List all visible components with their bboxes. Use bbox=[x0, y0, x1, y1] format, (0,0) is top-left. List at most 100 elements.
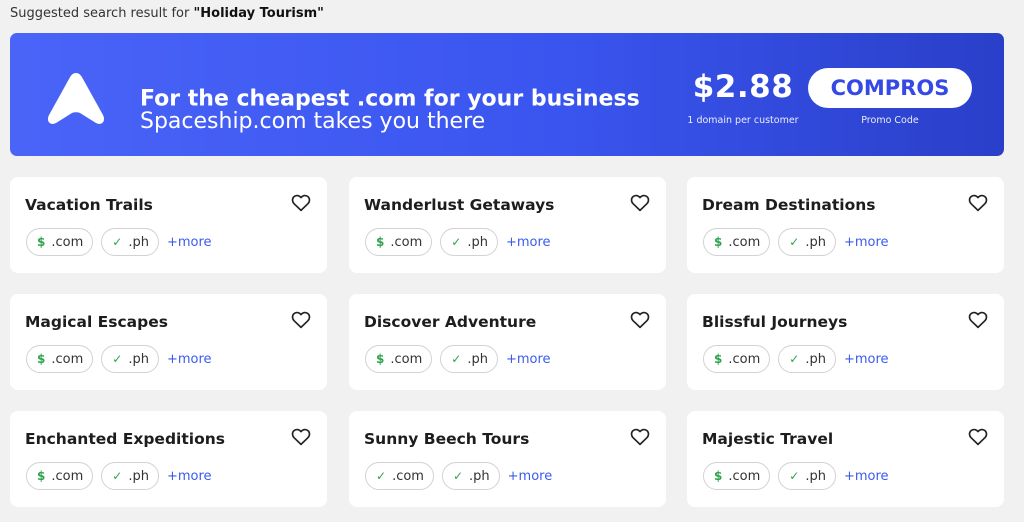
favorite-heart-icon[interactable] bbox=[968, 311, 988, 329]
check-icon: ✓ bbox=[376, 469, 387, 483]
check-icon: ✓ bbox=[789, 469, 800, 483]
tld-label: .com bbox=[390, 351, 423, 367]
domain-card[interactable]: Discover Adventure $ .com ✓ .ph +more bbox=[349, 294, 666, 390]
domain-name: Sunny Beech Tours bbox=[364, 430, 530, 448]
domain-name: Vacation Trails bbox=[25, 196, 153, 214]
promo-price: $2.88 bbox=[692, 69, 794, 105]
domain-chip-com[interactable]: $ .com bbox=[365, 228, 433, 256]
promo-code-button[interactable]: COMPROS bbox=[808, 68, 972, 108]
tld-label: .com bbox=[392, 468, 424, 484]
more-link[interactable]: +more bbox=[506, 352, 551, 367]
tld-label: .com bbox=[51, 234, 84, 250]
favorite-heart-icon[interactable] bbox=[291, 311, 311, 329]
dollar-icon: $ bbox=[714, 235, 723, 249]
dollar-icon: $ bbox=[37, 352, 46, 366]
tld-label: .ph bbox=[467, 351, 488, 367]
more-link[interactable]: +more bbox=[844, 352, 889, 367]
domain-name: Discover Adventure bbox=[364, 313, 537, 331]
check-icon: ✓ bbox=[112, 352, 123, 366]
tld-label: .com bbox=[51, 351, 84, 367]
domain-name: Magical Escapes bbox=[25, 313, 168, 331]
tld-label: .ph bbox=[128, 234, 149, 250]
check-icon: ✓ bbox=[789, 235, 800, 249]
check-icon: ✓ bbox=[112, 469, 123, 483]
promo-banner[interactable]: For the cheapest .com for your business … bbox=[10, 33, 1004, 156]
check-icon: ✓ bbox=[112, 235, 123, 249]
more-link[interactable]: +more bbox=[167, 469, 212, 484]
tld-label: .ph bbox=[805, 351, 826, 367]
more-link[interactable]: +more bbox=[506, 235, 551, 250]
domain-chip-ph[interactable]: ✓ .ph bbox=[101, 462, 159, 490]
spaceship-logo-icon bbox=[47, 73, 105, 124]
domain-chip-com[interactable]: $ .com bbox=[703, 228, 771, 256]
tld-label: .com bbox=[728, 351, 761, 367]
check-icon: ✓ bbox=[451, 235, 462, 249]
domain-chip-com[interactable]: ✓ .com bbox=[365, 462, 434, 490]
check-icon: ✓ bbox=[789, 352, 800, 366]
dollar-icon: $ bbox=[376, 235, 385, 249]
tld-label: .com bbox=[728, 468, 761, 484]
tld-label: .ph bbox=[805, 234, 826, 250]
domain-chip-ph[interactable]: ✓ .ph bbox=[101, 345, 159, 373]
tld-label: .ph bbox=[128, 351, 149, 367]
domain-chip-ph[interactable]: ✓ .ph bbox=[778, 345, 836, 373]
domain-chip-com[interactable]: $ .com bbox=[703, 345, 771, 373]
domain-name: Wanderlust Getaways bbox=[364, 196, 555, 214]
domain-chip-ph[interactable]: ✓ .ph bbox=[778, 462, 836, 490]
heading-prefix: Suggested search result for bbox=[10, 6, 194, 21]
domain-chip-ph[interactable]: ✓ .ph bbox=[101, 228, 159, 256]
domain-card[interactable]: Magical Escapes $ .com ✓ .ph +more bbox=[10, 294, 327, 390]
tld-label: .com bbox=[51, 468, 84, 484]
domain-chip-com[interactable]: $ .com bbox=[26, 345, 94, 373]
favorite-heart-icon[interactable] bbox=[291, 194, 311, 212]
tld-label: .ph bbox=[805, 468, 826, 484]
favorite-heart-icon[interactable] bbox=[968, 428, 988, 446]
domain-card[interactable]: Blissful Journeys $ .com ✓ .ph +more bbox=[687, 294, 1004, 390]
favorite-heart-icon[interactable] bbox=[291, 428, 311, 446]
more-link[interactable]: +more bbox=[167, 352, 212, 367]
promo-code-label: Promo Code bbox=[861, 115, 919, 126]
domain-chip-ph[interactable]: ✓ .ph bbox=[440, 345, 498, 373]
domain-card[interactable]: Dream Destinations $ .com ✓ .ph +more bbox=[687, 177, 1004, 273]
search-result-heading: Suggested search result for "Holiday Tou… bbox=[10, 6, 324, 21]
favorite-heart-icon[interactable] bbox=[630, 194, 650, 212]
domain-card[interactable]: Majestic Travel $ .com ✓ .ph +more bbox=[687, 411, 1004, 507]
price-note: 1 domain per customer bbox=[687, 115, 799, 126]
check-icon: ✓ bbox=[451, 352, 462, 366]
more-link[interactable]: +more bbox=[167, 235, 212, 250]
more-link[interactable]: +more bbox=[844, 469, 889, 484]
domain-chip-com[interactable]: $ .com bbox=[26, 462, 94, 490]
dollar-icon: $ bbox=[714, 352, 723, 366]
tld-label: .com bbox=[390, 234, 423, 250]
domain-card[interactable]: Vacation Trails $ .com ✓ .ph +more bbox=[10, 177, 327, 273]
domain-card[interactable]: Enchanted Expeditions $ .com ✓ .ph +more bbox=[10, 411, 327, 507]
domain-chip-com[interactable]: $ .com bbox=[703, 462, 771, 490]
tld-label: .com bbox=[728, 234, 761, 250]
domain-chip-ph[interactable]: ✓ .ph bbox=[778, 228, 836, 256]
domain-name: Blissful Journeys bbox=[702, 313, 848, 331]
favorite-heart-icon[interactable] bbox=[630, 428, 650, 446]
dollar-icon: $ bbox=[37, 235, 46, 249]
banner-title: For the cheapest .com for your business bbox=[140, 86, 640, 112]
search-query: "Holiday Tourism" bbox=[193, 6, 324, 21]
dollar-icon: $ bbox=[714, 469, 723, 483]
favorite-heart-icon[interactable] bbox=[968, 194, 988, 212]
tld-label: .ph bbox=[467, 234, 488, 250]
favorite-heart-icon[interactable] bbox=[630, 311, 650, 329]
more-link[interactable]: +more bbox=[508, 469, 553, 484]
domain-chip-ph[interactable]: ✓ .ph bbox=[440, 228, 498, 256]
dollar-icon: $ bbox=[376, 352, 385, 366]
domain-card[interactable]: Wanderlust Getaways $ .com ✓ .ph +more bbox=[349, 177, 666, 273]
tld-label: .ph bbox=[469, 468, 490, 484]
domain-name: Dream Destinations bbox=[702, 196, 876, 214]
domain-name: Majestic Travel bbox=[702, 430, 834, 448]
more-link[interactable]: +more bbox=[844, 235, 889, 250]
domain-chip-com[interactable]: $ .com bbox=[26, 228, 94, 256]
dollar-icon: $ bbox=[37, 469, 46, 483]
domain-card[interactable]: Sunny Beech Tours ✓ .com ✓ .ph +more bbox=[349, 411, 666, 507]
tld-label: .ph bbox=[128, 468, 149, 484]
check-icon: ✓ bbox=[452, 469, 464, 483]
domain-chip-com[interactable]: $ .com bbox=[365, 345, 433, 373]
domain-chip-ph[interactable]: ✓ .ph bbox=[441, 462, 500, 490]
domain-name: Enchanted Expeditions bbox=[25, 430, 225, 448]
